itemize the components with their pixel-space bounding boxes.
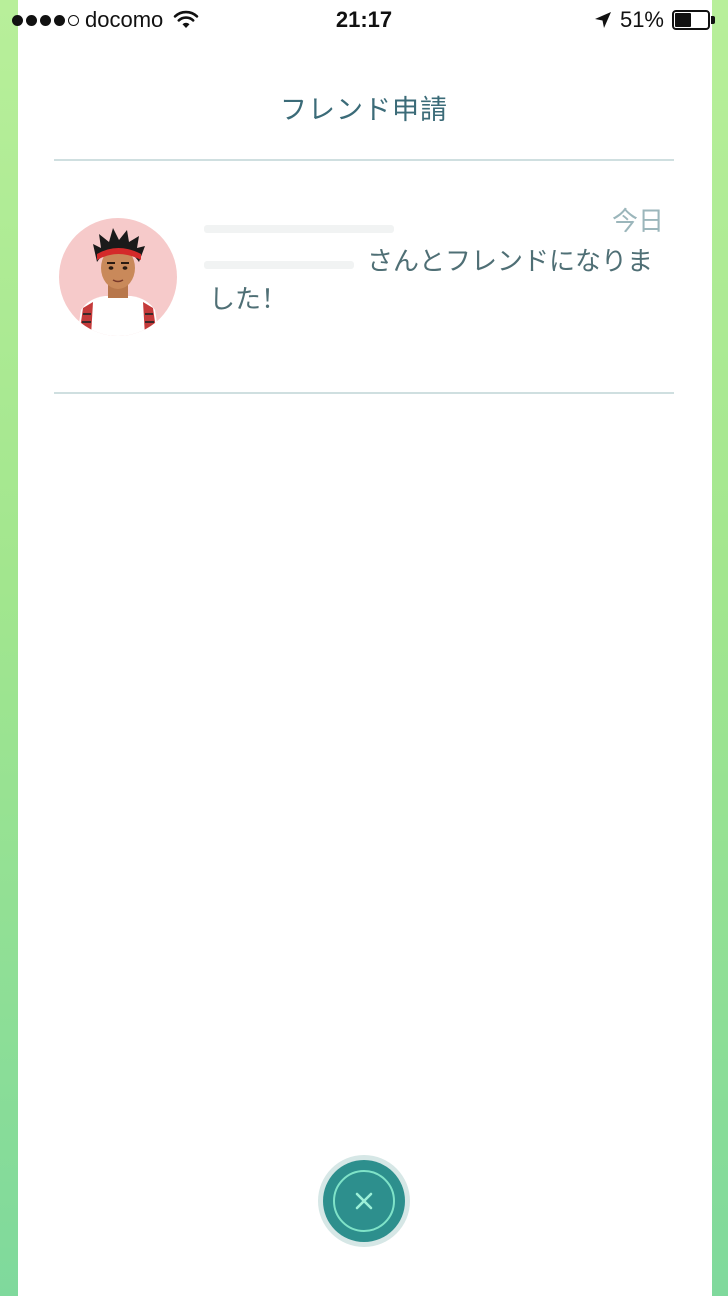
- close-button-face: [323, 1160, 405, 1242]
- battery-tip: [711, 16, 715, 24]
- trainer-avatar-icon: [59, 218, 177, 336]
- notification-timestamp: 今日: [611, 207, 664, 237]
- friend-notification-item[interactable]: 今日 さんとフレンドになりました！: [54, 161, 674, 392]
- battery-icon: [672, 10, 716, 30]
- left-edge-decoration: [0, 0, 18, 1296]
- page-title: フレンド申請: [280, 95, 448, 126]
- location-arrow-icon: [594, 12, 611, 28]
- notification-message: さんとフレンドになりました！: [209, 247, 654, 315]
- battery-percent: 51%: [619, 7, 664, 32]
- redacted-username: [204, 225, 394, 233]
- status-bar: docomo 21:17 51%: [0, 0, 728, 40]
- right-edge-decoration: [712, 0, 728, 1296]
- close-icon: [355, 1192, 373, 1210]
- close-button[interactable]: [318, 1155, 410, 1247]
- battery-fill: [675, 13, 691, 27]
- status-right: 51%: [594, 7, 716, 33]
- row-divider: [54, 392, 674, 394]
